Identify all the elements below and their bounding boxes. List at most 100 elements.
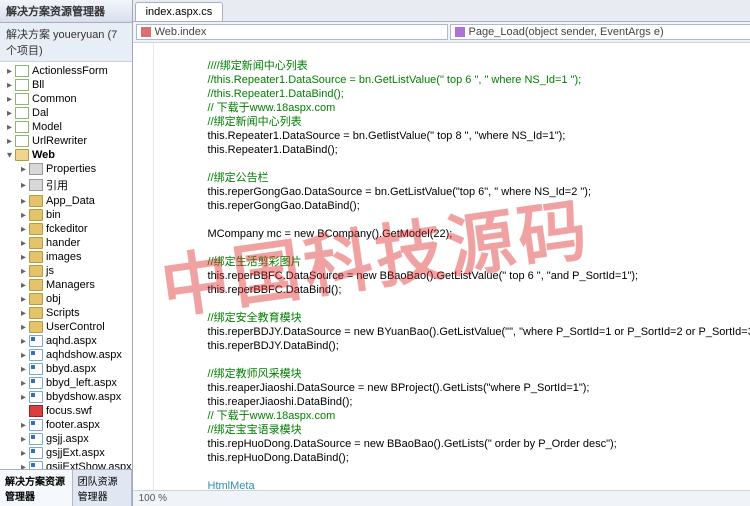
tree-item[interactable]: ▸ footer.aspx bbox=[0, 418, 132, 432]
tree-item[interactable]: ▸ aqhdshow.aspx bbox=[0, 348, 132, 362]
file-icon bbox=[29, 223, 43, 235]
tree-item[interactable]: ▸ 引用 bbox=[0, 176, 132, 194]
tab-solution-explorer[interactable]: 解决方案资源管理器 bbox=[0, 470, 73, 506]
tree-item-label: js bbox=[46, 265, 54, 277]
twisty-icon[interactable]: ▸ bbox=[18, 196, 29, 207]
tree-item[interactable]: ▸fckeditor bbox=[0, 222, 132, 236]
tree-item[interactable]: ▸UserControl bbox=[0, 320, 132, 334]
twisty-icon[interactable]: ▸ bbox=[4, 80, 15, 91]
twisty-icon[interactable]: ▸ bbox=[18, 462, 29, 470]
solution-tree[interactable]: ▸ActionlessForm▸Bll▸Common▸Dal▸Model▸Url… bbox=[0, 62, 132, 469]
tree-item[interactable]: ▸ bbydshow.aspx bbox=[0, 390, 132, 404]
file-icon bbox=[29, 209, 43, 221]
editor-tab[interactable]: index.aspx.cs bbox=[135, 2, 224, 21]
tree-item[interactable]: ▸gsjj.aspx bbox=[0, 432, 132, 446]
file-icon bbox=[15, 149, 29, 161]
twisty-icon[interactable]: ▸ bbox=[18, 180, 29, 191]
tree-item[interactable]: ▸ Properties bbox=[0, 162, 132, 176]
tree-item[interactable]: ▸aqhd.aspx bbox=[0, 334, 132, 348]
tab-team-explorer[interactable]: 团队资源管理器 bbox=[73, 470, 132, 506]
twisty-icon[interactable]: ▸ bbox=[18, 252, 29, 263]
tree-item-label: images bbox=[46, 251, 81, 263]
file-icon bbox=[29, 265, 43, 277]
tree-item[interactable]: ▸Common bbox=[0, 92, 132, 106]
tree-item[interactable]: ▸Model bbox=[0, 120, 132, 134]
tree-item[interactable]: ▸ App_Data bbox=[0, 194, 132, 208]
tree-item[interactable]: ▸ActionlessForm bbox=[0, 64, 132, 78]
tree-item-label: footer.aspx bbox=[46, 419, 100, 431]
twisty-icon[interactable]: ▸ bbox=[4, 94, 15, 105]
twisty-icon[interactable]: ▸ bbox=[18, 210, 29, 221]
code-editor[interactable]: ////绑定新闻中心列表 //this.Repeater1.DataSource… bbox=[133, 43, 750, 490]
file-icon bbox=[29, 405, 43, 417]
twisty-icon[interactable]: ▸ bbox=[18, 238, 29, 249]
tree-item-label: aqhdshow.aspx bbox=[46, 349, 122, 361]
tree-item[interactable]: ▸ images bbox=[0, 250, 132, 264]
twisty-icon[interactable]: ▸ bbox=[18, 308, 29, 319]
twisty-icon[interactable]: ▾ bbox=[4, 150, 15, 161]
tree-item[interactable]: ▸obj bbox=[0, 292, 132, 306]
twisty-icon[interactable]: ▸ bbox=[18, 336, 29, 347]
twisty-icon[interactable]: ▸ bbox=[18, 164, 29, 175]
tree-item[interactable]: ▸ gsjjExtShow.aspx bbox=[0, 460, 132, 469]
twisty-icon[interactable]: ▸ bbox=[18, 364, 29, 375]
tree-item[interactable]: ▸bbyd_left.aspx bbox=[0, 376, 132, 390]
tree-item-label: focus.swf bbox=[46, 405, 92, 417]
twisty-icon[interactable]: ▸ bbox=[18, 294, 29, 305]
editor-tabbar: index.aspx.cs bbox=[133, 0, 750, 22]
editor-area: index.aspx.cs Web.index Page_Load(object… bbox=[133, 0, 750, 506]
file-icon bbox=[15, 135, 29, 147]
tree-item[interactable]: ▸ js bbox=[0, 264, 132, 278]
tree-item[interactable]: ▸ Scripts bbox=[0, 306, 132, 320]
twisty-icon[interactable]: ▸ bbox=[18, 280, 29, 291]
tree-item-label: UrlRewriter bbox=[32, 135, 87, 147]
twisty-icon[interactable]: ▸ bbox=[18, 434, 29, 445]
tree-item-label: App_Data bbox=[46, 195, 95, 207]
tree-item[interactable]: ▸ bin bbox=[0, 208, 132, 222]
member-selector[interactable]: Page_Load(object sender, EventArgs e) bbox=[450, 24, 750, 40]
file-icon bbox=[29, 163, 43, 175]
twisty-icon[interactable]: ▸ bbox=[4, 122, 15, 133]
sidebar-title: 解决方案资源管理器 bbox=[0, 0, 132, 23]
solution-header[interactable]: 解决方案 youeryuan (7 个项目) bbox=[0, 23, 132, 62]
tree-item-label: 引用 bbox=[46, 177, 68, 193]
twisty-icon[interactable]: ▸ bbox=[18, 322, 29, 333]
twisty-icon[interactable]: ▸ bbox=[18, 420, 29, 431]
file-icon bbox=[29, 391, 43, 403]
tree-item[interactable]: ▸gsjjExt.aspx bbox=[0, 446, 132, 460]
file-icon bbox=[15, 107, 29, 119]
twisty-icon[interactable]: ▸ bbox=[18, 350, 29, 361]
file-icon bbox=[15, 121, 29, 133]
twisty-icon[interactable]: ▸ bbox=[4, 136, 15, 147]
tree-item[interactable]: ▸Managers bbox=[0, 278, 132, 292]
twisty-icon[interactable]: ▸ bbox=[18, 448, 29, 459]
tree-item-label: Web bbox=[32, 149, 55, 161]
tree-item-label: Properties bbox=[46, 163, 96, 175]
tree-item[interactable]: ▸ UrlRewriter bbox=[0, 134, 132, 148]
tree-item[interactable]: ▸ Dal bbox=[0, 106, 132, 120]
twisty-icon[interactable]: ▸ bbox=[4, 66, 15, 77]
file-icon bbox=[15, 93, 29, 105]
twisty-icon[interactable]: ▸ bbox=[18, 266, 29, 277]
tree-item-label: bin bbox=[46, 209, 61, 221]
twisty-icon[interactable]: ▸ bbox=[18, 224, 29, 235]
tree-item[interactable]: ▾ Web bbox=[0, 148, 132, 162]
file-icon bbox=[29, 363, 43, 375]
class-selector[interactable]: Web.index bbox=[136, 24, 448, 40]
tree-item[interactable]: ▸hander bbox=[0, 236, 132, 250]
tree-item-label: Dal bbox=[32, 107, 49, 119]
file-icon bbox=[29, 251, 43, 263]
tree-item[interactable]: focus.swf bbox=[0, 404, 132, 418]
twisty-icon[interactable]: ▸ bbox=[4, 108, 15, 119]
twisty-icon[interactable]: ▸ bbox=[18, 378, 29, 389]
tree-item-label: bbydshow.aspx bbox=[46, 391, 121, 403]
tree-item-label: Scripts bbox=[46, 307, 80, 319]
file-icon bbox=[15, 65, 29, 77]
twisty-icon[interactable]: ▸ bbox=[18, 392, 29, 403]
method-icon bbox=[455, 27, 465, 37]
tree-item[interactable]: ▸bbyd.aspx bbox=[0, 362, 132, 376]
file-icon bbox=[29, 179, 43, 191]
tree-item-label: gsjjExtShow.aspx bbox=[46, 461, 132, 469]
tree-item-label: Bll bbox=[32, 79, 44, 91]
tree-item[interactable]: ▸ Bll bbox=[0, 78, 132, 92]
